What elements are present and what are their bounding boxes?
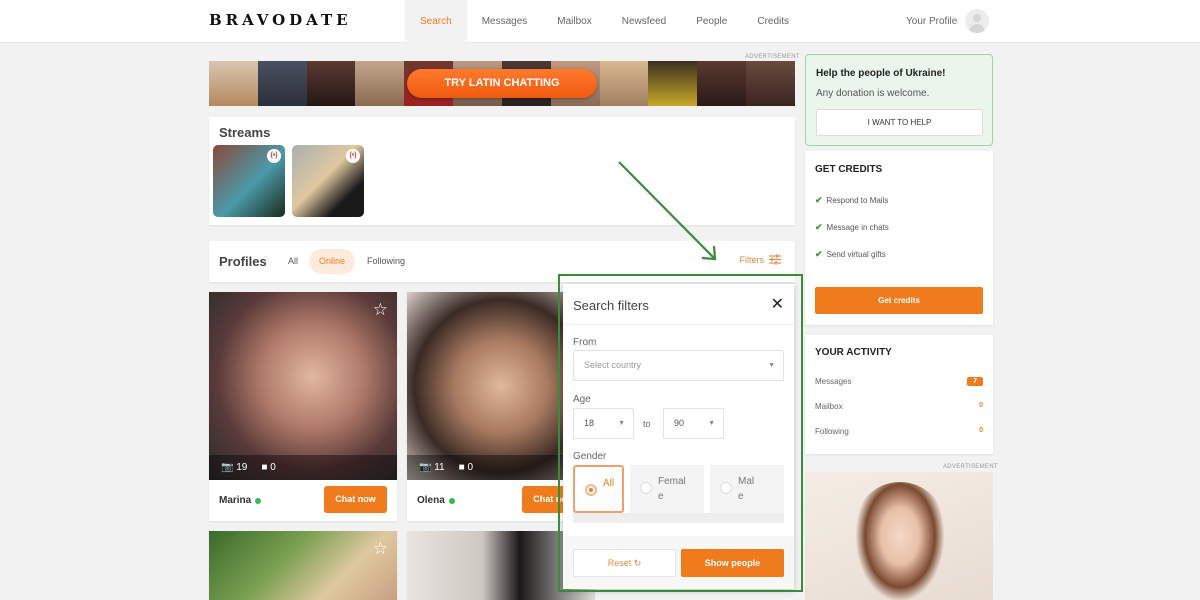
advertisement-banner[interactable]: TRY LATIN CHATTING [209,61,795,106]
checkmark-icon: ✔ [815,249,823,259]
get-credits-card: GET CREDITS ✔ Respond to Mails ✔ Message i… [805,151,993,325]
logo[interactable]: BRAVODATE [209,11,352,29]
nav-search[interactable]: Search [405,0,467,43]
advertisement-label: ADVERTISEMENT [745,54,800,60]
video-count: 0 [270,462,276,473]
video-icon: ■ 0 [261,462,276,473]
banner-photo [746,61,795,106]
filters-label: Filters [739,254,765,265]
credits-list-item: ✔ Respond to Mails [815,195,888,206]
tab-following[interactable]: Following [357,249,415,274]
ad-photo [855,482,945,600]
media-counts: 📷 19 ■ 0 [209,455,397,480]
your-profile-label: Your Profile [906,15,958,27]
i-want-to-help-button[interactable]: I WANT TO HELP [816,109,983,136]
profile-name[interactable]: Marina [219,495,262,506]
get-credits-title: GET CREDITS [815,164,883,175]
profile-card[interactable]: ☆ [209,531,397,600]
banner-photo [306,61,356,106]
star-favorite-icon[interactable]: ☆ [373,539,388,559]
activity-row-messages[interactable]: Messages 7 [815,377,983,386]
mailbox-count: 0 [979,402,983,409]
your-profile-link[interactable]: Your Profile [906,9,990,33]
nav-newsfeed[interactable]: Newsfeed [607,0,681,43]
profile-name-text: Olena [417,495,445,506]
banner-photo [355,61,405,106]
top-navigation-bar: BRAVODATE Search Messages Mailbox Newsfe… [0,0,1200,43]
chat-now-button[interactable]: Chat now [324,486,387,513]
nav-people[interactable]: People [681,0,742,43]
get-credits-button[interactable]: Get credits [815,287,983,314]
ukraine-donation-card: Help the people of Ukraine! Any donation… [805,54,993,146]
nav-messages[interactable]: Messages [467,0,543,43]
credits-item-text: Send virtual gifts [826,250,886,259]
profile-name-text: Marina [219,495,252,506]
tab-online[interactable]: Online [309,249,356,274]
filters-button[interactable]: Filters [739,254,781,265]
stream-thumbnail[interactable]: (•) [213,145,285,217]
activity-row-mailbox[interactable]: Mailbox 0 [815,402,983,411]
banner-photo [257,61,307,106]
ukraine-title: Help the people of Ukraine! [816,68,946,79]
streams-title: Streams [219,125,271,140]
star-favorite-icon[interactable]: ☆ [373,300,388,320]
live-broadcast-icon: (•) [346,149,360,163]
activity-row-following[interactable]: Following 0 [815,427,983,436]
sidebar-advertisement[interactable] [805,472,993,600]
banner-photo [697,61,747,106]
activity-title: YOUR ACTIVITY [815,347,892,358]
online-status-dot [255,497,262,504]
photo-count: 11 [434,462,445,473]
advertisement-label: ADVERTISEMENT [943,464,998,470]
camera-icon: 📷 11 [419,462,445,473]
checkmark-icon: ✔ [815,222,823,232]
your-activity-card: YOUR ACTIVITY Messages 7 Mailbox 0 Follo… [805,335,993,454]
banner-photo [599,61,649,106]
video-icon: ■ 0 [458,462,474,473]
ukraine-subtitle: Any donation is welcome. [816,88,930,99]
profile-photo[interactable]: ☆ 📷 19 ■ 0 [209,292,397,480]
tab-all[interactable]: All [278,249,308,274]
banner-photo [209,61,258,106]
profiles-title: Profiles [219,254,267,269]
activity-label: Following [815,427,849,436]
checkmark-icon: ✔ [815,195,823,205]
nav-credits[interactable]: Credits [742,0,804,43]
credits-item-text: Message in chats [826,223,889,232]
credits-list-item: ✔ Send virtual gifts [815,249,886,260]
activity-label: Mailbox [815,402,843,411]
credits-item-text: Respond to Mails [826,196,889,205]
profile-card[interactable]: ☆ 📷 19 ■ 0 Marina Chat now [209,292,397,521]
user-avatar-icon[interactable] [965,9,990,33]
credits-list-item: ✔ Message in chats [815,222,889,233]
photo-count: 19 [236,462,248,473]
sliders-icon [769,254,781,265]
video-count: 0 [467,462,474,473]
nav-mailbox[interactable]: Mailbox [542,0,606,43]
banner-photo [648,61,698,106]
main-nav: Search Messages Mailbox Newsfeed People … [405,0,804,43]
activity-label: Messages [815,377,852,386]
online-status-dot [448,497,455,504]
try-latin-chatting-button[interactable]: TRY LATIN CHATTING [407,69,597,98]
following-count: 0 [979,427,983,434]
stream-thumbnail[interactable]: (•) [292,145,364,217]
profile-name[interactable]: Olena [417,495,455,506]
camera-icon: 📷 19 [221,462,248,473]
annotation-arrow [618,161,717,261]
messages-count-badge: 7 [967,377,983,386]
annotation-highlight-box [558,274,803,592]
live-broadcast-icon: (•) [267,149,281,163]
